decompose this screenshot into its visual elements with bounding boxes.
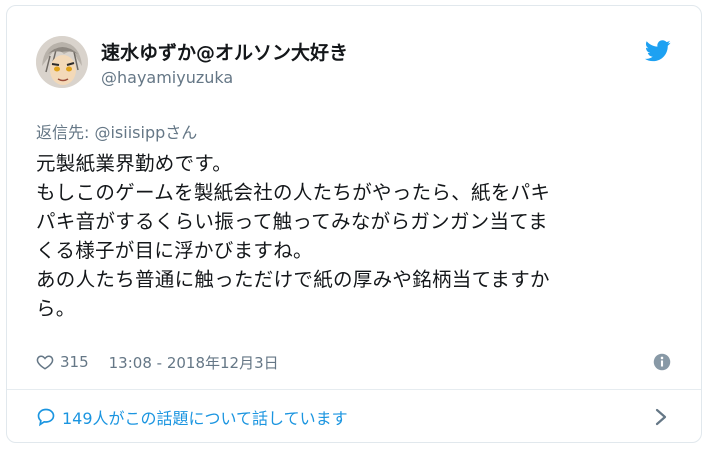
tweet-header: 速水ゆずか@オルソン大好き @hayamiyuzuka — [7, 6, 701, 110]
tweet-text-line: あの人たち普通に触っただけで紙の厚みや銘柄当てますか — [36, 268, 550, 291]
tweet-text-line: もしこのゲームを製紙会社の人たちがやったら、紙をパキ — [36, 181, 551, 204]
conversation-link[interactable]: 149人がこの話題について話しています — [36, 404, 348, 430]
reply-suffix: さん — [165, 123, 198, 142]
chevron-right-icon[interactable] — [655, 408, 667, 426]
info-icon[interactable] — [653, 353, 671, 371]
speech-bubble-icon — [37, 408, 55, 427]
tweet-text-line: パキ音がするくらい振って触ってみながらガンガン当てま — [36, 210, 548, 233]
conversation-label: 149人がこの話題について話しています — [62, 409, 348, 428]
reply-prefix: 返信先: — [36, 123, 95, 142]
tweet-card: 速水ゆずか@オルソン大好き @hayamiyuzuka 返信先: @isiisi… — [6, 5, 702, 443]
reply-mention-link[interactable]: @isiisipp — [94, 123, 165, 142]
reply-context: 返信先: @isiisippさん — [36, 119, 197, 143]
twitter-bird-icon[interactable] — [645, 40, 671, 62]
heart-icon[interactable] — [36, 353, 54, 371]
user-handle[interactable]: @hayamiyuzuka — [101, 68, 233, 87]
like-count[interactable]: 315 — [60, 353, 89, 371]
tweet-meta: 315 13:08 - 2018年12月3日 — [36, 351, 279, 373]
avatar[interactable] — [36, 36, 88, 88]
display-name[interactable]: 速水ゆずか@オルソン大好き — [101, 38, 348, 65]
tweet-text-line: ら。 — [36, 297, 76, 320]
timestamp[interactable]: 13:08 - 2018年12月3日 — [109, 352, 279, 373]
tweet-text: 元製紙業界勤めです。 もしこのゲームを製紙会社の人たちがやったら、紙をパキ パキ… — [36, 149, 686, 323]
divider — [7, 389, 701, 390]
tweet-text-line: くる様子が目に浮かびますね。 — [36, 239, 313, 262]
tweet-text-line: 元製紙業界勤めです。 — [36, 152, 233, 175]
